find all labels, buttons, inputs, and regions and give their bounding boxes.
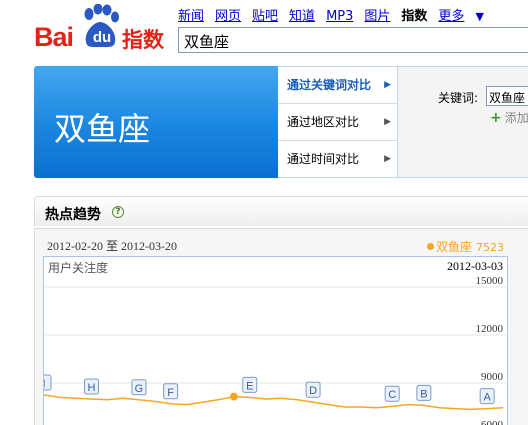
news-marker-label: D bbox=[309, 385, 317, 397]
compare-by-keyword[interactable]: 通过关键词对比 ▶ bbox=[278, 67, 397, 103]
compare-item-label: 通过地区对比 bbox=[287, 115, 360, 129]
chevron-right-icon: ▶ bbox=[384, 117, 391, 127]
add-keyword-label: 添加 bbox=[504, 111, 528, 125]
nav-link-news[interactable]: 新闻 bbox=[178, 9, 204, 24]
keyword-banner: 双鱼座 bbox=[34, 66, 278, 178]
search-input[interactable]: 双鱼座 bbox=[178, 27, 528, 53]
chevron-down-icon[interactable]: ▼ bbox=[475, 10, 483, 23]
nav-link-web[interactable]: 网页 bbox=[215, 9, 241, 24]
keyword-input[interactable]: 双鱼座 bbox=[486, 86, 528, 106]
trend-title: 热点趋势 bbox=[45, 207, 101, 223]
legend-series-value: 7523 bbox=[476, 241, 504, 254]
compare-item-label: 通过时间对比 bbox=[287, 152, 360, 166]
trend-plot-area[interactable]: 用户关注度 2012-03-03 600090001200015000IHGFE… bbox=[43, 256, 509, 425]
nav-link-mp3[interactable]: MP3 bbox=[326, 9, 353, 24]
logo-product-name: 指数 bbox=[122, 28, 164, 52]
date-range[interactable]: 2012-02-20 至 2012-03-20 bbox=[47, 237, 177, 254]
news-marker-label: E bbox=[246, 380, 253, 392]
compare-by-region[interactable]: 通过地区对比 ▶ bbox=[278, 103, 397, 140]
legend-series-name: 双鱼座 bbox=[435, 240, 472, 254]
y-tick-label: 6000 bbox=[481, 419, 504, 425]
compare-item-label: 通过关键词对比 bbox=[287, 78, 372, 92]
y-tick-label: 15000 bbox=[476, 275, 504, 287]
y-tick-label: 9000 bbox=[481, 371, 504, 383]
compare-by-time[interactable]: 通过时间对比 ▶ bbox=[278, 140, 397, 177]
y-tick-label: 12000 bbox=[476, 323, 504, 335]
news-marker-label: G bbox=[135, 383, 144, 395]
compare-menu: 通过关键词对比 ▶ 通过地区对比 ▶ 通过时间对比 ▶ bbox=[278, 66, 398, 178]
trend-line-chart: 6000 9000 12000 15000 I H G F E D C B A bbox=[44, 275, 509, 425]
nav-more-link[interactable]: 更多 bbox=[438, 9, 464, 24]
plus-icon: + bbox=[490, 110, 502, 126]
series-legend: 双鱼座 7523 bbox=[426, 238, 504, 255]
news-marker-label: H bbox=[88, 382, 96, 394]
help-icon[interactable]: ? bbox=[112, 206, 124, 218]
keyword-label: 关键词: bbox=[438, 91, 479, 105]
nav-current-index: 指数 bbox=[401, 9, 428, 24]
news-marker-label: B bbox=[420, 388, 427, 400]
news-marker-label: A bbox=[484, 392, 492, 404]
legend-dot-icon bbox=[426, 243, 434, 250]
news-marker-label: I bbox=[44, 378, 46, 390]
chevron-right-icon: ▶ bbox=[384, 154, 391, 164]
baidu-logo[interactable]: Bai du 指数 bbox=[34, 4, 182, 52]
news-marker-label: F bbox=[167, 387, 174, 399]
nav-link-tieba[interactable]: 贴吧 bbox=[252, 9, 278, 24]
keyword-panel: 关键词: 双鱼座 + 添加 bbox=[398, 66, 528, 178]
news-marker-label: C bbox=[388, 389, 396, 401]
banner-keyword-title: 双鱼座 bbox=[54, 110, 151, 148]
nav-link-zhidao[interactable]: 知道 bbox=[289, 9, 315, 24]
chevron-right-icon: ▶ bbox=[384, 80, 391, 90]
trend-section-header: 热点趋势 ? bbox=[34, 196, 528, 226]
series-line bbox=[44, 394, 504, 411]
highlight-point bbox=[229, 392, 238, 401]
add-keyword-button[interactable]: + 添加 bbox=[490, 109, 528, 126]
top-nav: 新闻 网页 贴吧 知道 MP3 图片 指数 更多 ▼ bbox=[178, 5, 484, 25]
logo-wordmark: Bai bbox=[34, 22, 74, 52]
logo-du-text: du bbox=[92, 29, 112, 46]
nav-link-images[interactable]: 图片 bbox=[364, 9, 390, 24]
